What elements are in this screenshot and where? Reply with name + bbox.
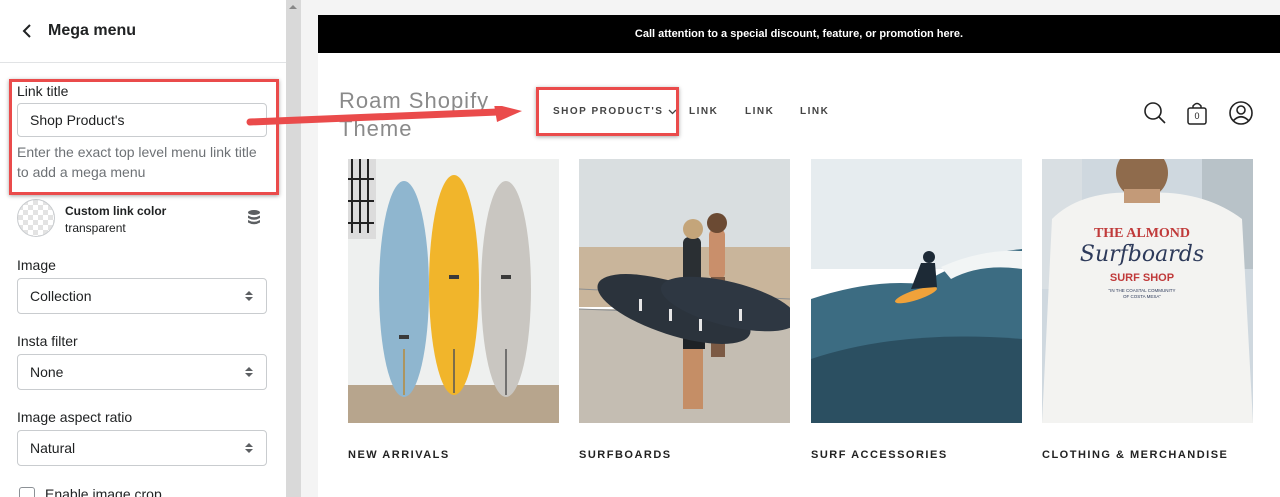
- database-icon[interactable]: [246, 209, 262, 227]
- shirt-line-5: OF COSTA MESA": [1123, 294, 1161, 299]
- insta-filter-select[interactable]: None: [17, 354, 267, 390]
- nav-link-3[interactable]: LINK: [800, 106, 829, 117]
- card-label-surfboards[interactable]: SURFBOARDS: [579, 449, 672, 461]
- card-label-surf-accessories[interactable]: SURF ACCESSORIES: [811, 449, 948, 461]
- card-label-clothing[interactable]: CLOTHING & MERCHANDISE: [1042, 449, 1228, 461]
- select-arrows-icon: [245, 367, 253, 377]
- tshirt-image: THE ALMOND Surfboards SURF SHOP "IN THE …: [1042, 159, 1253, 423]
- image-select[interactable]: Collection: [17, 278, 267, 314]
- collection-image-clothing[interactable]: THE ALMOND Surfboards SURF SHOP "IN THE …: [1042, 159, 1253, 423]
- shirt-line-2: Surfboards: [1080, 242, 1204, 267]
- announcement-bar: Call attention to a special discount, fe…: [318, 15, 1280, 53]
- nav-shop-products-label: SHOP PRODUCT'S: [553, 106, 664, 117]
- link-title-input[interactable]: [17, 103, 267, 137]
- search-icon[interactable]: [1143, 101, 1167, 125]
- shirt-line-1: THE ALMOND: [1094, 226, 1190, 241]
- color-setting-name: Custom link color: [65, 204, 167, 218]
- card-label-new-arrivals[interactable]: NEW ARRIVALS: [348, 449, 450, 461]
- color-setting-value: transparent: [65, 221, 126, 235]
- surfboards-wall-image: [348, 159, 559, 423]
- collection-image-new-arrivals[interactable]: [348, 159, 559, 423]
- chevron-down-icon: [668, 109, 677, 114]
- select-arrows-icon: [245, 291, 253, 301]
- insta-filter-label: Insta filter: [17, 333, 78, 349]
- nav-shop-products[interactable]: SHOP PRODUCT'S: [553, 106, 677, 117]
- shirt-line-3: SURF SHOP: [1110, 272, 1174, 284]
- aspect-ratio-value: Natural: [30, 440, 76, 456]
- panel-title: Mega menu: [48, 22, 137, 39]
- scrollbar[interactable]: [286, 0, 301, 497]
- collection-image-surf-accessories[interactable]: [811, 159, 1022, 423]
- cart-count: 0: [1194, 111, 1200, 121]
- back-button[interactable]: [18, 22, 36, 40]
- account-icon[interactable]: [1229, 101, 1253, 125]
- cart-button[interactable]: 0: [1185, 101, 1209, 125]
- image-select-value: Collection: [30, 288, 92, 304]
- nav-link-2[interactable]: LINK: [745, 106, 774, 117]
- link-title-help: Enter the exact top level menu link titl…: [17, 144, 257, 180]
- theme-preview: Call attention to a special discount, fe…: [318, 15, 1280, 497]
- select-arrows-icon: [245, 443, 253, 453]
- nav-link-1[interactable]: LINK: [689, 106, 718, 117]
- insta-filter-value: None: [30, 364, 64, 380]
- surfers-image: [579, 159, 790, 423]
- link-title-label: Link title: [17, 83, 69, 99]
- aspect-ratio-select[interactable]: Natural: [17, 430, 267, 466]
- shirt-line-4: "IN THE COASTAL COMMUNITY: [1108, 288, 1175, 293]
- scroll-up-icon[interactable]: [288, 2, 298, 12]
- wave-surfer-image: [811, 159, 1022, 423]
- store-logo[interactable]: Roam Shopify Theme: [339, 87, 519, 143]
- image-label: Image: [17, 257, 56, 273]
- aspect-ratio-label: Image aspect ratio: [17, 409, 133, 425]
- panel-header: Mega menu: [0, 0, 286, 63]
- color-swatch[interactable]: [17, 199, 55, 237]
- collection-image-surfboards[interactable]: [579, 159, 790, 423]
- settings-panel: Mega menu Link title Enter the exact top…: [0, 0, 287, 497]
- image-crop-label: Enable image crop: [45, 486, 162, 497]
- image-crop-checkbox[interactable]: [19, 487, 35, 497]
- chevron-left-icon: [22, 24, 31, 38]
